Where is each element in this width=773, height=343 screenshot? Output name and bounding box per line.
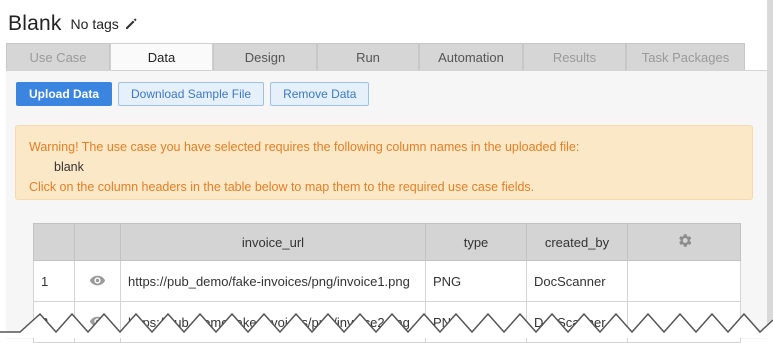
cell-type: PNG bbox=[425, 260, 527, 302]
page: Blank No tags Use Case Data Design Run A… bbox=[0, 0, 773, 343]
column-settings bbox=[627, 223, 741, 261]
row-preview-cell bbox=[74, 260, 121, 302]
page-title: Blank bbox=[8, 12, 62, 35]
tab-design[interactable]: Design bbox=[213, 43, 317, 70]
gear-icon[interactable] bbox=[676, 234, 693, 252]
column-header-type[interactable]: type bbox=[425, 223, 527, 261]
window-edge bbox=[767, 0, 773, 338]
tab-data[interactable]: Data bbox=[110, 43, 213, 70]
required-field-name: blank bbox=[54, 160, 84, 174]
page-header: Blank No tags bbox=[8, 10, 138, 38]
tab-use-case[interactable]: Use Case bbox=[6, 43, 110, 70]
cell-empty bbox=[627, 260, 741, 302]
data-panel: Upload Data Download Sample File Remove … bbox=[6, 70, 767, 343]
row-number: 1 bbox=[33, 260, 75, 302]
cell-created-by: DocScanner bbox=[526, 260, 628, 302]
download-sample-file-button[interactable]: Download Sample File bbox=[118, 82, 265, 106]
tab-bar: Use Case Data Design Run Automation Resu… bbox=[6, 43, 745, 70]
table-row[interactable]: 1 https://pub_demo/fake-invoices/png/inv… bbox=[33, 260, 741, 302]
warning-message: Warning! The use case you have selected … bbox=[29, 140, 580, 154]
eye-icon[interactable] bbox=[89, 274, 106, 289]
remove-data-button[interactable]: Remove Data bbox=[270, 82, 370, 106]
tab-results[interactable]: Results bbox=[523, 43, 626, 70]
torn-edge bbox=[0, 312, 773, 338]
column-header-invoice-url[interactable]: invoice_url bbox=[120, 223, 426, 261]
tags-label: No tags bbox=[70, 16, 119, 32]
warning-instruction: Click on the column headers in the table… bbox=[29, 180, 535, 194]
column-header-preview bbox=[74, 223, 121, 261]
warning-box: Warning! The use case you have selected … bbox=[15, 125, 753, 200]
table-header-row: invoice_url type created_by bbox=[33, 223, 741, 261]
data-toolbar: Upload Data Download Sample File Remove … bbox=[16, 82, 370, 106]
cell-invoice-url: https://pub_demo/fake-invoices/png/invoi… bbox=[120, 260, 426, 302]
column-header-created-by[interactable]: created_by bbox=[526, 223, 628, 261]
tab-run[interactable]: Run bbox=[317, 43, 419, 70]
pencil-icon[interactable] bbox=[124, 17, 138, 31]
upload-data-button[interactable]: Upload Data bbox=[16, 82, 113, 106]
column-header-index bbox=[33, 223, 75, 261]
tab-task-packages[interactable]: Task Packages bbox=[626, 43, 745, 70]
tab-automation[interactable]: Automation bbox=[419, 43, 523, 70]
